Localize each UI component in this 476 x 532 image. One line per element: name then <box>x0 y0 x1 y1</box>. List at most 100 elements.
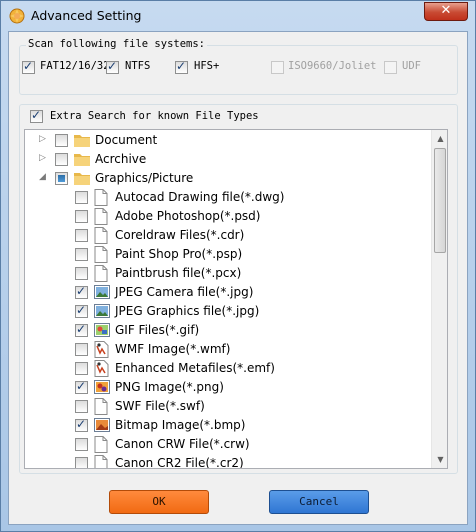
png-image-icon <box>94 379 110 396</box>
tree-file-type-row[interactable]: Paint Shop Pro(*.psp) <box>25 245 429 264</box>
tree-item-label[interactable]: SWF File(*.swf) <box>115 399 205 413</box>
filesystem-label[interactable]: NTFS <box>125 60 150 72</box>
tree-item-checkbox[interactable] <box>55 134 68 147</box>
tree-item-checkbox[interactable] <box>55 153 68 166</box>
blank-file-icon <box>94 189 108 206</box>
tree-category-row[interactable]: ◢ Graphics/Picture <box>25 169 429 188</box>
tree-item-checkbox[interactable] <box>75 322 88 337</box>
wmf-image-icon <box>94 341 109 358</box>
tree-file-type-row[interactable]: SWF File(*.swf) <box>25 397 429 416</box>
tree-item-checkbox[interactable] <box>75 362 88 375</box>
tree-item-checkbox[interactable] <box>75 438 88 451</box>
filesystem-label[interactable]: HFS+ <box>194 60 219 72</box>
tree-item-label[interactable]: Graphics/Picture <box>95 171 193 185</box>
tree-item-label[interactable]: PNG Image(*.png) <box>115 380 224 394</box>
tree-category-row[interactable]: ▷ Acrchive <box>25 150 429 169</box>
tree-file-type-row[interactable]: Coreldraw Files(*.cdr) <box>25 226 429 245</box>
tree-item-label[interactable]: Coreldraw Files(*.cdr) <box>115 228 244 242</box>
tree-scrollbar[interactable]: ▲ ▼ <box>431 130 447 468</box>
folder-icon <box>74 133 90 147</box>
blank-file-icon <box>94 265 108 282</box>
tree-file-type-row[interactable]: Canon CRW File(*.crw) <box>25 435 429 454</box>
blank-file-icon <box>94 436 108 453</box>
tree-file-type-row[interactable]: Autocad Drawing file(*.dwg) <box>25 188 429 207</box>
jpeg-image-icon <box>94 303 110 320</box>
tree-item-label[interactable]: Enhanced Metafiles(*.emf) <box>115 361 275 375</box>
scroll-thumb[interactable] <box>434 148 446 253</box>
extra-search-label[interactable]: Extra Search for known File Types <box>48 110 261 122</box>
blank-file-icon <box>94 208 108 225</box>
collapsed-arrow-icon[interactable]: ▷ <box>38 154 47 163</box>
tree-file-type-row[interactable]: JPEG Graphics file(*.jpg) <box>25 302 429 321</box>
tree-item-label[interactable]: WMF Image(*.wmf) <box>115 342 230 356</box>
filesystem-checkbox <box>271 61 284 74</box>
tree-file-type-row[interactable]: JPEG Camera file(*.jpg) <box>25 283 429 302</box>
filesystem-label: UDF <box>402 60 421 72</box>
filesystem-label[interactable]: FAT12/16/32 <box>40 60 110 72</box>
tree-file-type-row[interactable]: GIF Files(*.gif) <box>25 321 429 340</box>
emf-image-icon <box>94 360 109 377</box>
tree-item-label[interactable]: JPEG Graphics file(*.jpg) <box>115 304 259 318</box>
blank-file-icon <box>94 398 108 415</box>
tree-item-label[interactable]: Paintbrush file(*.pcx) <box>115 266 241 280</box>
tree-item-checkbox[interactable] <box>75 191 88 204</box>
tree-item-label[interactable]: Document <box>95 133 157 147</box>
folder-icon <box>74 171 90 185</box>
tree-item-checkbox[interactable] <box>75 210 88 223</box>
blank-file-icon <box>94 227 108 244</box>
tree-item-label[interactable]: Canon CR2 File(*.cr2) <box>115 456 244 468</box>
scroll-down-arrow[interactable]: ▼ <box>432 451 447 468</box>
ok-button[interactable]: OK <box>109 490 209 514</box>
jpeg-image-icon <box>94 284 110 301</box>
filesystem-checkbox <box>384 61 397 74</box>
gif-image-icon <box>94 322 110 339</box>
tree-item-label[interactable]: Acrchive <box>95 152 146 166</box>
tree-item-checkbox[interactable] <box>75 248 88 261</box>
tree-item-label[interactable]: Bitmap Image(*.bmp) <box>115 418 245 432</box>
tree-file-type-row[interactable]: Bitmap Image(*.bmp) <box>25 416 429 435</box>
tree-file-type-row[interactable]: WMF Image(*.wmf) <box>25 340 429 359</box>
expanded-arrow-icon[interactable]: ◢ <box>38 173 47 182</box>
tree-file-type-row[interactable]: Paintbrush file(*.pcx) <box>25 264 429 283</box>
tree-item-checkbox[interactable] <box>75 229 88 242</box>
filesystems-group-label: Scan following file systems: <box>26 38 208 50</box>
tree-item-label[interactable]: Autocad Drawing file(*.dwg) <box>115 190 284 204</box>
filesystem-checkbox[interactable] <box>22 59 35 74</box>
bitmap-image-icon <box>94 417 110 434</box>
tree-item-checkbox[interactable] <box>75 457 88 468</box>
tree-item-label[interactable]: GIF Files(*.gif) <box>115 323 199 337</box>
close-button[interactable]: ✕ <box>424 2 468 21</box>
tree-item-checkbox[interactable] <box>75 417 88 432</box>
tree-file-type-row[interactable]: Adobe Photoshop(*.psd) <box>25 207 429 226</box>
filesystem-checkbox[interactable] <box>175 59 188 74</box>
app-icon <box>9 8 25 24</box>
tree-item-label[interactable]: Adobe Photoshop(*.psd) <box>115 209 260 223</box>
cancel-button[interactable]: Cancel <box>269 490 369 514</box>
blank-file-icon <box>94 246 108 263</box>
tree-file-type-row[interactable]: PNG Image(*.png) <box>25 378 429 397</box>
tree-item-checkbox[interactable] <box>75 343 88 356</box>
advanced-setting-window: Advanced Setting ✕ Scan following file s… <box>0 0 476 532</box>
scroll-up-arrow[interactable]: ▲ <box>432 130 447 147</box>
blank-file-icon <box>94 455 108 468</box>
filesystem-label: ISO9660/Joliet <box>288 60 377 72</box>
tree-item-checkbox[interactable] <box>75 379 88 394</box>
file-type-tree[interactable]: ▷ Document ▷ Acrchive ◢ Graphics/Picture Autoc… <box>24 129 448 469</box>
tree-item-label[interactable]: JPEG Camera file(*.jpg) <box>115 285 253 299</box>
filesystem-checkbox[interactable] <box>106 59 119 74</box>
tree-item-label[interactable]: Paint Shop Pro(*.psp) <box>115 247 242 261</box>
tree-category-row[interactable]: ▷ Document <box>25 131 429 150</box>
tree-item-checkbox[interactable] <box>75 284 88 299</box>
tree-item-checkbox[interactable] <box>75 303 88 318</box>
tree-item-checkbox[interactable] <box>75 267 88 280</box>
extra-search-checkbox[interactable] <box>30 108 43 123</box>
window-title: Advanced Setting <box>31 8 142 23</box>
title-bar[interactable]: Advanced Setting ✕ <box>1 1 475 31</box>
tree-file-type-row[interactable]: Enhanced Metafiles(*.emf) <box>25 359 429 378</box>
tree-item-checkbox[interactable] <box>75 400 88 413</box>
folder-icon <box>74 152 90 166</box>
tree-item-checkbox[interactable] <box>55 172 68 185</box>
collapsed-arrow-icon[interactable]: ▷ <box>38 135 47 144</box>
tree-item-label[interactable]: Canon CRW File(*.crw) <box>115 437 250 451</box>
tree-file-type-row[interactable]: Canon CR2 File(*.cr2) <box>25 454 429 468</box>
